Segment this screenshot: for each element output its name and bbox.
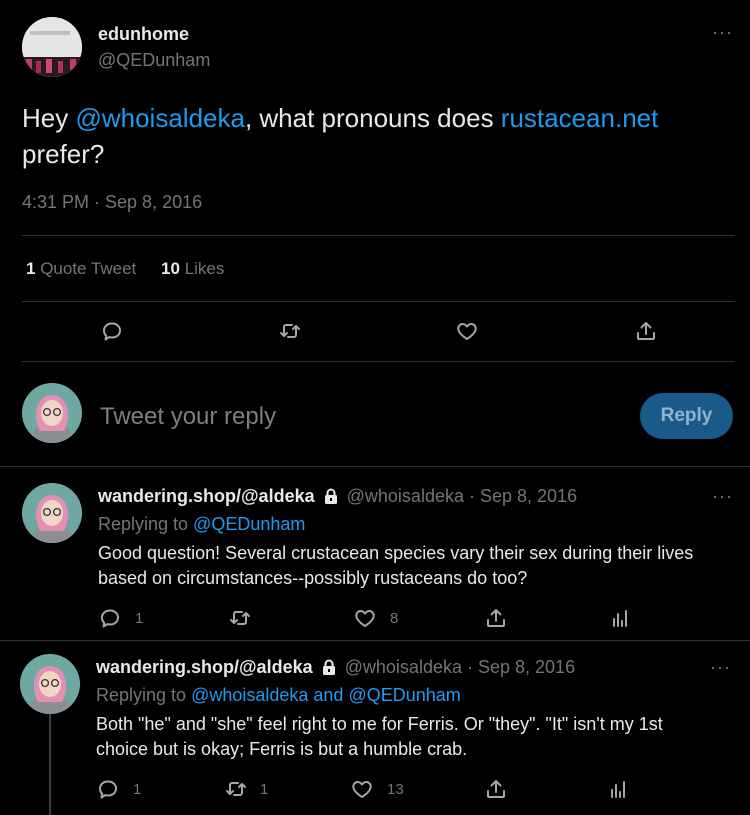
- avatar-image: [22, 17, 82, 77]
- more-icon[interactable]: ···: [710, 657, 731, 678]
- url-link[interactable]: rustacean.net: [501, 103, 659, 133]
- share-icon[interactable]: [484, 606, 508, 630]
- thread-line: [49, 714, 51, 815]
- reply-avatar[interactable]: [22, 483, 82, 543]
- reply-header: wandering.shop/@aldeka @whoisaldeka · Se…: [96, 657, 575, 678]
- replying-to-prefix: Replying to: [98, 514, 189, 534]
- retweet-icon[interactable]: [278, 319, 302, 343]
- like-icon[interactable]: [455, 319, 479, 343]
- author-avatar[interactable]: [22, 17, 82, 77]
- reply-handle[interactable]: @whoisaldeka: [345, 657, 462, 677]
- reply-handle[interactable]: @whoisaldeka: [347, 486, 464, 506]
- analytics-icon[interactable]: [606, 777, 630, 801]
- quote-tweets-stat[interactable]: 1 Quote Tweet: [26, 259, 141, 278]
- divider: [22, 361, 735, 362]
- tweet-text-part3: prefer?: [22, 139, 105, 169]
- tweet-text: Hey @whoisaldeka, what pronouns does rus…: [22, 100, 737, 172]
- divider: [0, 466, 750, 467]
- avatar-image: [22, 483, 82, 543]
- tweet-text-part2: , what pronouns does: [244, 103, 501, 133]
- tweet-text-part1: Hey: [22, 103, 76, 133]
- reply-avatar[interactable]: [20, 654, 80, 714]
- likes-stat[interactable]: 10 Likes: [161, 259, 224, 278]
- avatar-image: [22, 383, 82, 443]
- divider: [22, 301, 735, 302]
- mention-link[interactable]: @whoisaldeka: [75, 103, 244, 133]
- tweet-timestamp[interactable]: 4:31 PM · Sep 8, 2016: [22, 192, 202, 213]
- author-handle[interactable]: @QEDunham: [98, 50, 210, 71]
- share-icon[interactable]: [634, 319, 658, 343]
- reply-icon[interactable]: [100, 319, 124, 343]
- lock-icon: [322, 659, 336, 675]
- retweet-icon[interactable]: [224, 777, 248, 801]
- reply-display-name[interactable]: wandering.shop/@aldeka: [98, 486, 315, 506]
- like-icon[interactable]: [350, 777, 374, 801]
- reply-display-name[interactable]: wandering.shop/@aldeka: [96, 657, 313, 677]
- like-count: 13: [387, 781, 404, 798]
- reply-text: Good question! Several crustacean specie…: [98, 543, 694, 588]
- like-icon[interactable]: [353, 606, 377, 630]
- reply-count: 1: [135, 610, 144, 627]
- reply-text: Both "he" and "she" feel right to me for…: [96, 714, 663, 759]
- quote-count: 1: [26, 259, 36, 278]
- replying-to-prefix: Replying to: [96, 685, 187, 705]
- reply-date[interactable]: · Sep 8, 2016: [467, 657, 575, 677]
- replying-to-line: Replying to @QEDunham: [98, 514, 305, 535]
- replying-to-link[interactable]: @QEDunham: [193, 514, 305, 534]
- more-icon[interactable]: ···: [712, 22, 733, 43]
- reply-count: 1: [133, 781, 142, 798]
- reply-icon[interactable]: [98, 606, 122, 630]
- share-icon[interactable]: [484, 777, 508, 801]
- tweet-stats: 1 Quote Tweet 10 Likes: [26, 259, 224, 279]
- reply-date[interactable]: · Sep 8, 2016: [469, 486, 577, 506]
- avatar-image: [20, 654, 80, 714]
- like-count: 8: [390, 610, 399, 627]
- reply-button[interactable]: Reply: [640, 393, 733, 439]
- reply-header: wandering.shop/@aldeka @whoisaldeka · Se…: [98, 486, 577, 507]
- quote-label: Quote Tweet: [40, 259, 137, 278]
- more-icon[interactable]: ···: [712, 486, 733, 507]
- lock-icon: [324, 488, 338, 504]
- replying-to-link[interactable]: @whoisaldeka and @QEDunham: [191, 685, 461, 705]
- reply-input[interactable]: Tweet your reply: [100, 403, 276, 431]
- divider: [0, 640, 750, 641]
- replying-to-line: Replying to @whoisaldeka and @QEDunham: [96, 685, 461, 706]
- like-count: 10: [161, 259, 180, 278]
- author-display-name[interactable]: edunhome: [98, 24, 189, 45]
- retweet-count: 1: [260, 781, 269, 798]
- likes-label: Likes: [184, 259, 225, 278]
- reply-icon[interactable]: [96, 777, 120, 801]
- divider: [22, 235, 735, 236]
- current-user-avatar[interactable]: [22, 383, 82, 443]
- retweet-icon[interactable]: [228, 606, 252, 630]
- analytics-icon[interactable]: [608, 606, 632, 630]
